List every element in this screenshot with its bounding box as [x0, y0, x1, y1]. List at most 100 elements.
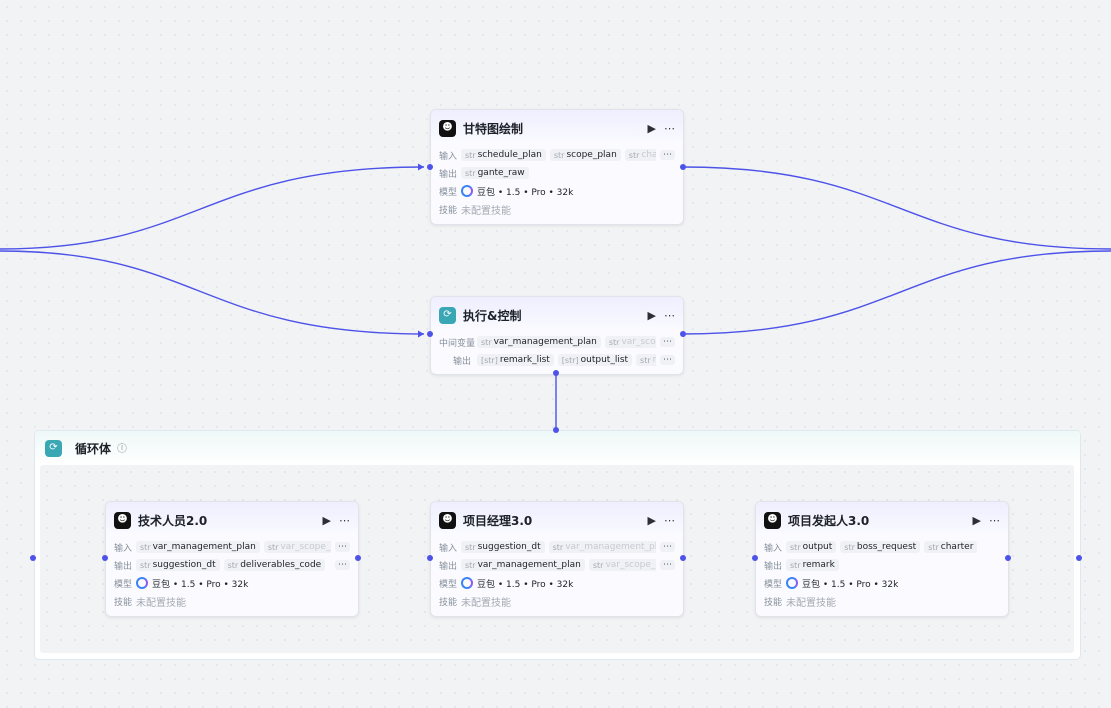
exec-output-port[interactable] [680, 331, 686, 337]
ghost-bot-icon: ☻ [439, 511, 456, 529]
input-tag: str output [786, 541, 837, 553]
node-title: 甘特图绘制 [463, 121, 524, 136]
output-tag: strma [636, 354, 656, 366]
input-tag: str boss_request [840, 541, 921, 553]
input-tag: str var_management_plan [136, 541, 260, 553]
sponsor-input-port[interactable] [752, 555, 758, 561]
more-outputs-button[interactable]: ⋯ [660, 355, 675, 365]
tech-output-port[interactable] [355, 555, 361, 561]
node-exec-control[interactable]: ⟳ 执行&控制 ▶ ⋯ 中间变量 str var_management_plan … [430, 296, 684, 375]
sponsor-output-port[interactable] [1005, 555, 1011, 561]
node-header: ☻ 技术人员2.0 ▶ ⋯ [106, 502, 358, 538]
inputs-label: 输入 [114, 543, 133, 554]
edge-start-to-gantt [0, 166, 425, 250]
exec-input-port[interactable] [427, 331, 433, 337]
skill-value: 未配置技能 [461, 597, 511, 609]
more-dots-icon[interactable]: ⋯ [664, 122, 675, 135]
loop-arrows-icon: ⟳ [439, 306, 456, 324]
skill-label: 技能 [439, 205, 458, 216]
outputs-label: 输出 [114, 561, 133, 572]
node-project-manager[interactable]: ☻ 项目经理3.0 ▶ ⋯ 输入 str suggestion_dt str var… [430, 501, 684, 617]
outputs-label: 输出 [439, 169, 458, 180]
node-tech-staff[interactable]: ☻ 技术人员2.0 ▶ ⋯ 输入 str var_management_plan … [105, 501, 359, 617]
skill-label: 技能 [114, 597, 133, 608]
more-dots-icon[interactable]: ⋯ [989, 514, 1000, 527]
skill-label: 技能 [764, 597, 783, 608]
model-row: 模型 豆包 • 1.5 • Pro • 32k [431, 574, 683, 592]
skill-row: 技能 未配置技能 [431, 592, 683, 610]
more-outputs-button[interactable]: ⋯ [335, 560, 350, 570]
edge-start-to-exec [0, 250, 425, 335]
play-icon[interactable]: ▶ [648, 514, 656, 527]
skill-row: 技能 未配置技能 [756, 592, 1008, 610]
node-title: 技术人员2.0 [138, 513, 208, 528]
outputs-label: 输出 [439, 561, 458, 572]
more-dots-icon[interactable]: ⋯ [339, 514, 350, 527]
model-row: 模型 豆包 • 1.5 • Pro • 32k [756, 574, 1008, 592]
more-inputs-button[interactable]: ⋯ [335, 542, 350, 552]
loop-inner-start-port[interactable] [30, 555, 36, 561]
tech-input-port[interactable] [102, 555, 108, 561]
node-header: ☻ 甘特图绘制 ▶ ⋯ [431, 110, 683, 146]
loop-inner-end-port[interactable] [1076, 555, 1082, 561]
edge-arrowhead [418, 163, 424, 171]
gantt-input-port[interactable] [427, 164, 433, 170]
ghost-bot-icon: ☻ [439, 119, 456, 137]
ghost-bot-icon: ☻ [764, 511, 781, 529]
node-title: 项目经理3.0 [463, 513, 533, 528]
ghost-bot-icon: ☻ [114, 511, 131, 529]
node-gantt-chart[interactable]: ☻ 甘特图绘制 ▶ ⋯ 输入 str schedule_plan str scope… [430, 109, 684, 225]
outputs-row: 输出 str remark [756, 556, 1008, 574]
node-title: 项目发起人3.0 [788, 513, 870, 528]
more-dots-icon[interactable]: ⋯ [664, 309, 675, 322]
play-icon[interactable]: ▶ [648, 309, 656, 322]
outputs-label: 输出 [764, 561, 783, 572]
edge-gantt-to-end [682, 166, 1111, 250]
input-tag: str scope_plan [549, 149, 621, 161]
model-row: 模型 豆包 • 1.5 • Pro • 32k [431, 182, 683, 200]
model-label: 模型 [439, 579, 458, 590]
inputs-row: 输入 str schedule_plan str scope_plan str cha… [431, 146, 683, 164]
node-project-sponsor[interactable]: ☻ 项目发起人3.0 ▶ ⋯ 输入 str output str boss_requ… [755, 501, 1009, 617]
more-dots-icon[interactable]: ⋯ [664, 514, 675, 527]
model-value: 豆包 • 1.5 • Pro • 32k [802, 579, 899, 590]
more-inputs-button[interactable]: ⋯ [660, 150, 675, 160]
input-tag: str schedule_plan [461, 149, 546, 161]
outputs-label: 输出 [452, 356, 471, 367]
inputs-label: 输入 [439, 543, 458, 554]
input-tag: str suggestion_dt [461, 541, 545, 553]
pm-input-port[interactable] [427, 555, 433, 561]
more-outputs-button[interactable]: ⋯ [660, 560, 675, 570]
inputs-row: 输入 str output str boss_request str charter [756, 538, 1008, 556]
output-tag: str var_management_plan [461, 559, 585, 571]
info-icon[interactable]: i [117, 443, 128, 453]
play-icon[interactable]: ▶ [973, 514, 981, 527]
gantt-output-port[interactable] [680, 164, 686, 170]
output-tag: str deliverables_code [223, 559, 326, 571]
output-tag: str gante_raw [461, 167, 529, 179]
outputs-row: 输出 str gante_raw [431, 164, 683, 182]
loop-arrows-icon: ⟳ [45, 439, 62, 457]
model-value: 豆包 • 1.5 • Pro • 32k [477, 579, 574, 590]
outputs-row: 输出 [str] remark_list [str] output_list str… [431, 351, 683, 369]
model-label: 模型 [114, 579, 133, 590]
edge-exec-to-end [682, 250, 1111, 335]
loop-top-port[interactable] [553, 427, 559, 433]
output-tag: [str] output_list [557, 354, 633, 366]
play-icon[interactable]: ▶ [648, 122, 656, 135]
outputs-row: 输出 str var_management_plan str var_scope_p… [431, 556, 683, 574]
outputs-row: 输出 str suggestion_dt str deliverables_code… [106, 556, 358, 574]
loop-header: ⟳ 循环体 i [35, 431, 1080, 465]
pm-output-port[interactable] [680, 555, 686, 561]
node-header: ☻ 项目发起人3.0 ▶ ⋯ [756, 502, 1008, 538]
skill-label: 技能 [439, 597, 458, 608]
mid-var-tag: str var_management_plan [477, 336, 601, 348]
inputs-label: 输入 [439, 151, 458, 162]
model-row: 模型 豆包 • 1.5 • Pro • 32k [106, 574, 358, 592]
play-icon[interactable]: ▶ [323, 514, 331, 527]
more-inputs-button[interactable]: ⋯ [660, 542, 675, 552]
mid-var-tag: strvar_scop [604, 336, 656, 348]
model-label: 模型 [764, 579, 783, 590]
exec-loop-port[interactable] [553, 370, 559, 376]
more-mid-vars-button[interactable]: ⋯ [660, 337, 675, 347]
